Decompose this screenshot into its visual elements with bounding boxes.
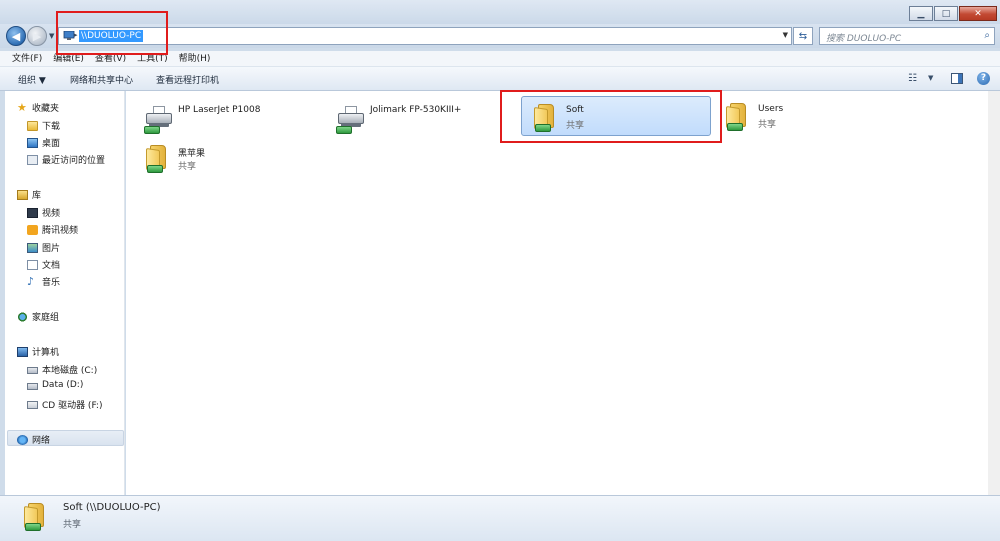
preview-pane-icon[interactable] [951, 73, 963, 84]
close-button[interactable]: ✕ [959, 6, 997, 21]
nav-item-local-disk-c[interactable]: 本地磁盘 (C:) [27, 363, 97, 376]
nav-item-label: 最近访问的位置 [42, 156, 106, 166]
printer-jolimark[interactable]: Jolimark FP-530KIII+ [326, 97, 514, 137]
back-button[interactable]: ◀ [6, 26, 26, 46]
nav-item-label: Data (D:) [42, 380, 84, 390]
window-controls: ▁ □ ✕ [909, 6, 997, 21]
address-bar[interactable]: ▸ \\DUOLUO-PC ▼ [58, 27, 792, 45]
arrow-right-icon: ▶ [32, 29, 42, 43]
minimize-button[interactable]: ▁ [909, 6, 933, 21]
nav-item-documents[interactable]: 文档 [27, 258, 60, 271]
tencent-video-icon [27, 224, 38, 235]
nav-favorites[interactable]: ★ 收藏夹 [17, 100, 60, 115]
nav-item-pictures[interactable]: 图片 [27, 241, 60, 254]
printer-icon [336, 102, 366, 134]
help-icon[interactable]: ? [977, 72, 990, 85]
nav-computer[interactable]: 计算机 [17, 345, 59, 358]
nav-item-data-d[interactable]: Data (D:) [27, 380, 83, 390]
content-scroll-track[interactable] [988, 91, 1000, 495]
arrow-left-icon: ◀ [11, 29, 21, 43]
network-sharing-center-button[interactable]: 网络和共享中心 [70, 73, 133, 86]
printer-icon [144, 102, 174, 134]
nav-homegroup[interactable]: 家庭组 [17, 310, 59, 323]
music-note-icon: ♪ [27, 274, 35, 288]
printer-hp-laserjet[interactable]: HP LaserJet P1008 [134, 97, 322, 137]
menu-help[interactable]: 帮助(H) [179, 51, 211, 66]
nav-item-cd-drive-f[interactable]: CD 驱动器 (F:) [27, 398, 102, 411]
nav-item-label: 下载 [42, 122, 61, 132]
nav-item-label: 音乐 [42, 278, 61, 288]
nav-item-desktop[interactable]: 桌面 [27, 136, 60, 149]
soft-folder-highlight-box [500, 90, 722, 143]
address-highlight-box [56, 11, 168, 55]
video-library-icon [27, 207, 38, 218]
item-name: 黑苹果 [178, 149, 206, 159]
shared-folder-icon [144, 143, 174, 173]
view-options-dropdown-icon[interactable]: ▼ [928, 74, 933, 82]
hard-drive-icon [27, 382, 38, 390]
item-subtitle: 共享 [758, 120, 777, 130]
computer-icon [17, 346, 28, 357]
documents-library-icon [27, 259, 38, 270]
nav-homegroup-label: 家庭组 [32, 313, 60, 323]
nav-item-videos[interactable]: 视频 [27, 206, 60, 219]
desktop-icon [27, 137, 38, 148]
item-name: Users [758, 104, 784, 114]
cd-drive-icon [27, 400, 38, 409]
change-view-icon[interactable]: ☷ [908, 73, 917, 84]
nav-item-label: 文档 [42, 261, 61, 271]
shared-folder-icon [22, 501, 52, 531]
search-icon[interactable]: ⌕ [984, 30, 990, 41]
hard-drive-icon [27, 367, 38, 374]
homegroup-icon [17, 311, 28, 322]
nav-favorites-label: 收藏夹 [32, 104, 60, 114]
menu-file[interactable]: 文件(F) [12, 51, 42, 66]
nav-item-label: 本地磁盘 (C:) [42, 366, 98, 376]
recent-pages-dropdown[interactable]: ▼ [49, 32, 54, 40]
nav-network-label: 网络 [32, 436, 51, 446]
details-item-name: Soft (\\DUOLUO-PC) [63, 502, 161, 513]
nav-item-label: 图片 [42, 244, 61, 254]
details-pane: Soft (\\DUOLUO-PC) 共享 [0, 495, 1000, 541]
star-icon: ★ [17, 100, 27, 114]
nav-item-tencent-video[interactable]: 腾讯视频 [27, 223, 78, 236]
nav-item-label: 视频 [42, 209, 61, 219]
navigation-pane: ★ 收藏夹 下载 桌面 最近访问的位置 库 视频 腾讯视频 图片 文档 ♪ 音乐… [5, 91, 125, 495]
search-box[interactable]: 搜索 DUOLUO-PC ⌕ [819, 27, 995, 45]
nav-computer-label: 计算机 [32, 348, 60, 358]
address-dropdown-icon[interactable]: ▼ [783, 31, 788, 39]
forward-button[interactable]: ▶ [27, 26, 47, 46]
nav-item-music[interactable]: ♪ 音乐 [27, 274, 61, 289]
details-item-subtitle: 共享 [63, 520, 82, 530]
search-placeholder: 搜索 DUOLUO-PC [826, 34, 902, 44]
nav-item-label: 腾讯视频 [42, 226, 79, 236]
view-remote-printers-button[interactable]: 查看远程打印机 [156, 73, 219, 86]
pictures-library-icon [27, 242, 38, 253]
command-bar: 组织 ▼ 网络和共享中心 查看远程打印机 ☷ ▼ ? [0, 67, 1000, 91]
item-name: HP LaserJet P1008 [178, 105, 261, 115]
item-name: Jolimark FP-530KIII+ [370, 105, 462, 115]
network-icon [17, 434, 28, 445]
shared-folder-icon [724, 101, 754, 131]
nav-libraries[interactable]: 库 [17, 188, 41, 201]
organize-button[interactable]: 组织 ▼ [18, 73, 46, 86]
nav-item-label: CD 驱动器 (F:) [42, 401, 103, 411]
nav-item-downloads[interactable]: 下载 [27, 119, 60, 132]
maximize-button[interactable]: □ [934, 6, 958, 21]
nav-item-label: 桌面 [42, 139, 61, 149]
file-list: HP LaserJet P1008 Jolimark FP-530KIII+ S… [126, 91, 988, 495]
recent-places-icon [27, 154, 38, 165]
downloads-folder-icon [27, 120, 38, 131]
nav-libraries-label: 库 [32, 191, 42, 201]
nav-network[interactable]: 网络 [17, 433, 50, 446]
shared-folder-users[interactable]: Users 共享 [714, 96, 902, 136]
nav-item-recent-places[interactable]: 最近访问的位置 [27, 153, 105, 166]
item-subtitle: 共享 [178, 162, 197, 172]
library-icon [17, 189, 28, 200]
refresh-icon: ⇆ [798, 30, 808, 42]
refresh-button[interactable]: ⇆ [793, 27, 813, 45]
shared-folder-hackintosh[interactable]: 黑苹果 共享 [134, 138, 322, 178]
